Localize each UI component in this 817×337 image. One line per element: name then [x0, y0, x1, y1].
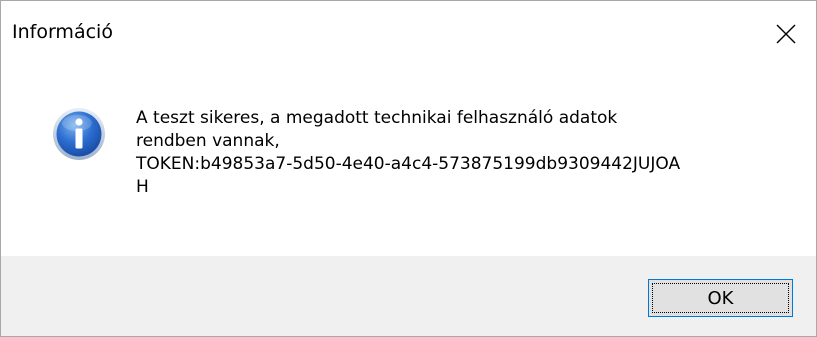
ok-button[interactable]: OK	[648, 279, 793, 317]
message-line-2: rendben vannak,	[136, 131, 280, 151]
close-icon	[776, 24, 796, 44]
message-line-1: A teszt sikeres, a megadott technikai fe…	[136, 108, 618, 128]
message-line-4: H	[136, 177, 149, 197]
dialog-footer: OK	[1, 256, 816, 336]
title-bar: Információ	[1, 1, 816, 67]
dialog-title: Információ	[12, 21, 113, 43]
ok-button-label: OK	[707, 287, 734, 309]
information-dialog: Információ A teszt sikeres, a megadott t…	[0, 0, 817, 337]
message-line-3: TOKEN:b49853a7-5d50-4e40-a4c4-573875199d…	[136, 154, 681, 174]
information-icon	[53, 108, 105, 160]
message-text: A teszt sikeres, a megadott technikai fe…	[136, 107, 796, 199]
dialog-content: A teszt sikeres, a megadott technikai fe…	[1, 67, 816, 256]
close-button[interactable]	[763, 10, 809, 58]
